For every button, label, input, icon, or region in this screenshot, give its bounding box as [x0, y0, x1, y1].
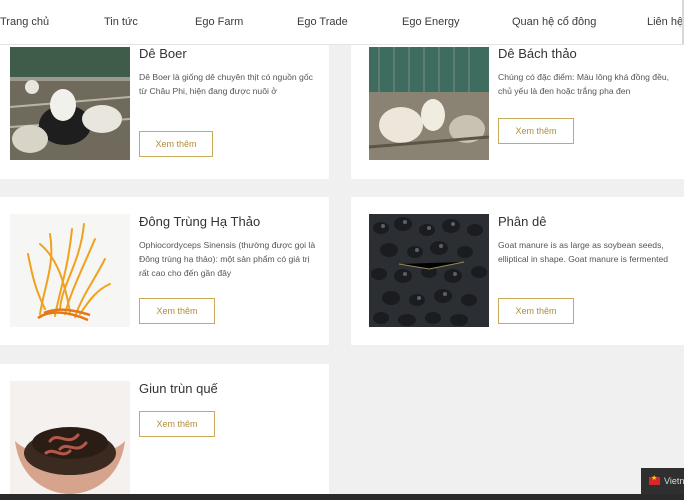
- product-card-de-boer: Dê Boer Dê Boer là giống dê chuyên thịt …: [0, 30, 329, 179]
- product-description: Goat manure is as large as soybean seeds…: [498, 240, 669, 264]
- goat-photo-icon[interactable]: [10, 47, 130, 160]
- read-more-button[interactable]: Xem thêm: [139, 131, 213, 157]
- nav-contact[interactable]: Liên hệ: [647, 16, 683, 28]
- product-title[interactable]: Dê Boer: [139, 46, 187, 61]
- vietnam-flag-icon: [649, 474, 660, 485]
- product-description: Ophiocordyceps Sinensis (thường được gọi…: [139, 240, 316, 278]
- product-title[interactable]: Đông Trùng Hạ Thảo: [139, 214, 260, 229]
- nav-news[interactable]: Tin tức: [104, 16, 138, 28]
- nav-ego-farm[interactable]: Ego Farm: [195, 16, 243, 28]
- read-more-button[interactable]: Xem thêm: [498, 118, 574, 144]
- product-description: Dê Boer là giống dê chuyên thịt có nguồn…: [139, 72, 313, 96]
- product-card-dong-trung-ha-thao: Đông Trùng Hạ Thảo Ophiocordyceps Sinens…: [0, 197, 329, 345]
- read-more-button[interactable]: Xem thêm: [139, 411, 215, 437]
- nav-shareholder-relations[interactable]: Quan hệ cổ đông: [512, 16, 596, 28]
- bottom-taskbar: [0, 494, 684, 500]
- nav-ego-energy[interactable]: Ego Energy: [402, 16, 459, 28]
- read-more-button[interactable]: Xem thêm: [139, 298, 215, 324]
- nav-ego-trade[interactable]: Ego Trade: [297, 16, 348, 28]
- product-title[interactable]: Dê Bách thảo: [498, 46, 577, 61]
- product-card-phan-de: Phân dê Goat manure is as large as soybe…: [351, 197, 684, 345]
- goat-photo-icon[interactable]: [369, 47, 489, 160]
- product-description: Chúng có đặc điểm: Màu lông khá đồng đều…: [498, 72, 670, 96]
- language-label: Vietn: [664, 476, 684, 486]
- product-card-de-bach-thao: Dê Bách thảo Chúng có đặc điểm: Màu lông…: [351, 30, 684, 179]
- cordyceps-photo-icon[interactable]: [10, 214, 130, 327]
- top-navigation: Trang chủ Tin tức Ego Farm Ego Trade Ego…: [0, 0, 684, 45]
- product-title[interactable]: Phân dê: [498, 214, 546, 229]
- earthworm-photo-icon[interactable]: [10, 381, 130, 494]
- nav-home[interactable]: Trang chủ: [0, 16, 49, 28]
- manure-photo-icon[interactable]: [369, 214, 489, 327]
- read-more-button[interactable]: Xem thêm: [498, 298, 574, 324]
- product-card-giun-trun-que: Giun trùn quế Xem thêm: [0, 364, 329, 500]
- language-switcher[interactable]: Vietn: [641, 468, 684, 494]
- product-title[interactable]: Giun trùn quế: [139, 381, 218, 396]
